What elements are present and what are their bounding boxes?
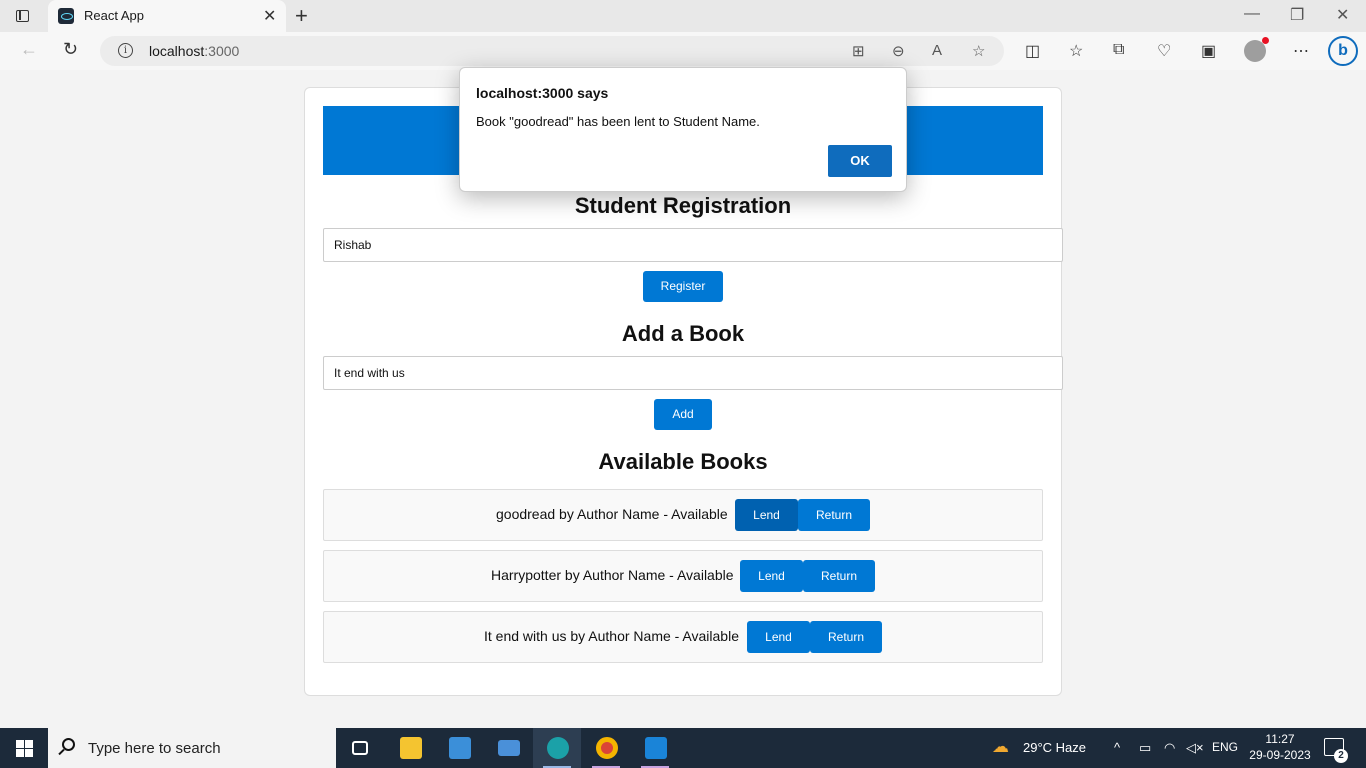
restore-icon[interactable]: ❐ bbox=[1290, 5, 1304, 25]
lend-button[interactable]: Lend bbox=[735, 499, 798, 531]
search-placeholder: Type here to search bbox=[88, 740, 221, 757]
address-bar[interactable]: i localhost:3000 ⊞ ⊖ A ☆ bbox=[100, 36, 1004, 66]
profile-avatar[interactable] bbox=[1244, 37, 1269, 62]
available-books-title: Available Books bbox=[598, 449, 768, 474]
tab-actions-icon[interactable] bbox=[14, 8, 32, 24]
browser-essentials-icon[interactable]: ♡ bbox=[1157, 41, 1171, 61]
refresh-icon[interactable]: ↻ bbox=[63, 39, 78, 60]
notification-count: 2 bbox=[1334, 749, 1348, 763]
clock[interactable]: 11:27 29-09-2023 bbox=[1248, 731, 1312, 763]
zoom-out-icon[interactable]: ⊖ bbox=[892, 42, 905, 60]
favorites-icon[interactable]: ☆ bbox=[1069, 41, 1083, 61]
register-button[interactable]: Register bbox=[643, 271, 723, 302]
book-row: It end with us by Author Name - Availabl… bbox=[323, 611, 1043, 663]
weather-text[interactable]: 29°C Haze bbox=[1023, 740, 1086, 755]
taskbar-search[interactable]: Type here to search bbox=[48, 728, 336, 768]
site-info-icon[interactable]: i bbox=[118, 43, 133, 58]
vscode-icon[interactable] bbox=[631, 728, 679, 768]
ok-button[interactable]: OK bbox=[828, 145, 892, 177]
book-info: goodread by Author Name - Available bbox=[496, 506, 728, 522]
back-icon[interactable]: ← bbox=[20, 39, 38, 60]
toolbar: ← ↻ i localhost:3000 ⊞ ⊖ A ☆ ◫ ☆ ⧉ ♡ ▣ ⋯… bbox=[0, 32, 1366, 70]
add-book-button[interactable]: Add bbox=[654, 399, 712, 430]
task-view-icon[interactable] bbox=[336, 728, 384, 768]
react-favicon-icon bbox=[58, 8, 74, 24]
browser-tab[interactable]: React App ✕ bbox=[48, 0, 286, 32]
battery-icon[interactable]: ▭ bbox=[1139, 740, 1151, 756]
extensions-icon[interactable]: ▣ bbox=[1201, 41, 1216, 61]
tab-strip: React App ✕ + — ❐ ✕ bbox=[0, 0, 1366, 32]
wifi-icon[interactable]: ◠ bbox=[1164, 740, 1175, 756]
book-info: It end with us by Author Name - Availabl… bbox=[484, 628, 739, 644]
bing-chat-icon[interactable]: b bbox=[1328, 36, 1358, 66]
app-available-icon[interactable]: ⊞ bbox=[852, 42, 865, 60]
url-text[interactable]: localhost:3000 bbox=[149, 43, 239, 59]
return-button[interactable]: Return bbox=[810, 621, 882, 653]
book-row: goodread by Author Name - Available Lend… bbox=[323, 489, 1043, 541]
clock-date: 29-09-2023 bbox=[1249, 748, 1311, 762]
close-tab-icon[interactable]: ✕ bbox=[263, 6, 276, 26]
edge-icon[interactable] bbox=[533, 728, 581, 768]
chrome-icon[interactable] bbox=[582, 728, 630, 768]
dialog-title: localhost:3000 says bbox=[476, 85, 609, 101]
search-icon bbox=[62, 738, 75, 751]
alert-dialog: localhost:3000 says Book "goodread" has … bbox=[459, 67, 907, 192]
close-window-icon[interactable]: ✕ bbox=[1336, 5, 1349, 25]
lend-button[interactable]: Lend bbox=[747, 621, 810, 653]
tab-title: React App bbox=[84, 8, 144, 23]
book-info: Harrypotter by Author Name - Available bbox=[491, 567, 734, 583]
add-book-title: Add a Book bbox=[621, 321, 745, 346]
clock-time: 11:27 bbox=[1265, 732, 1295, 746]
more-menu-icon[interactable]: ⋯ bbox=[1293, 41, 1309, 61]
split-screen-icon[interactable]: ◫ bbox=[1025, 41, 1040, 61]
book-title-input[interactable] bbox=[323, 356, 1063, 390]
mail-icon[interactable] bbox=[484, 728, 532, 768]
file-explorer-icon[interactable] bbox=[386, 728, 434, 768]
new-tab-icon[interactable]: + bbox=[295, 3, 308, 29]
collections-icon[interactable]: ⧉ bbox=[1113, 41, 1124, 59]
favorite-star-icon[interactable]: ☆ bbox=[972, 42, 985, 60]
book-row: Harrypotter by Author Name - Available L… bbox=[323, 550, 1043, 602]
student-name-input[interactable] bbox=[323, 228, 1063, 262]
dialog-message: Book "goodread" has been lent to Student… bbox=[476, 114, 760, 129]
weather-icon[interactable]: ☁ bbox=[992, 737, 1009, 757]
windows-start-icon[interactable] bbox=[16, 740, 33, 757]
lend-button[interactable]: Lend bbox=[740, 560, 803, 592]
store-icon[interactable] bbox=[435, 728, 483, 768]
return-button[interactable]: Return bbox=[803, 560, 875, 592]
return-button[interactable]: Return bbox=[798, 499, 870, 531]
read-aloud-icon[interactable]: A bbox=[932, 42, 942, 59]
taskbar: Type here to search ☁ 29°C Haze ^ ▭ ◠ ◁×… bbox=[0, 728, 1366, 768]
language-indicator[interactable]: ENG bbox=[1212, 740, 1238, 754]
minimize-icon[interactable]: — bbox=[1244, 5, 1260, 23]
volume-muted-icon[interactable]: ◁× bbox=[1186, 740, 1204, 756]
registration-title: Student Registration bbox=[574, 193, 792, 218]
show-hidden-icons-icon[interactable]: ^ bbox=[1114, 740, 1120, 755]
